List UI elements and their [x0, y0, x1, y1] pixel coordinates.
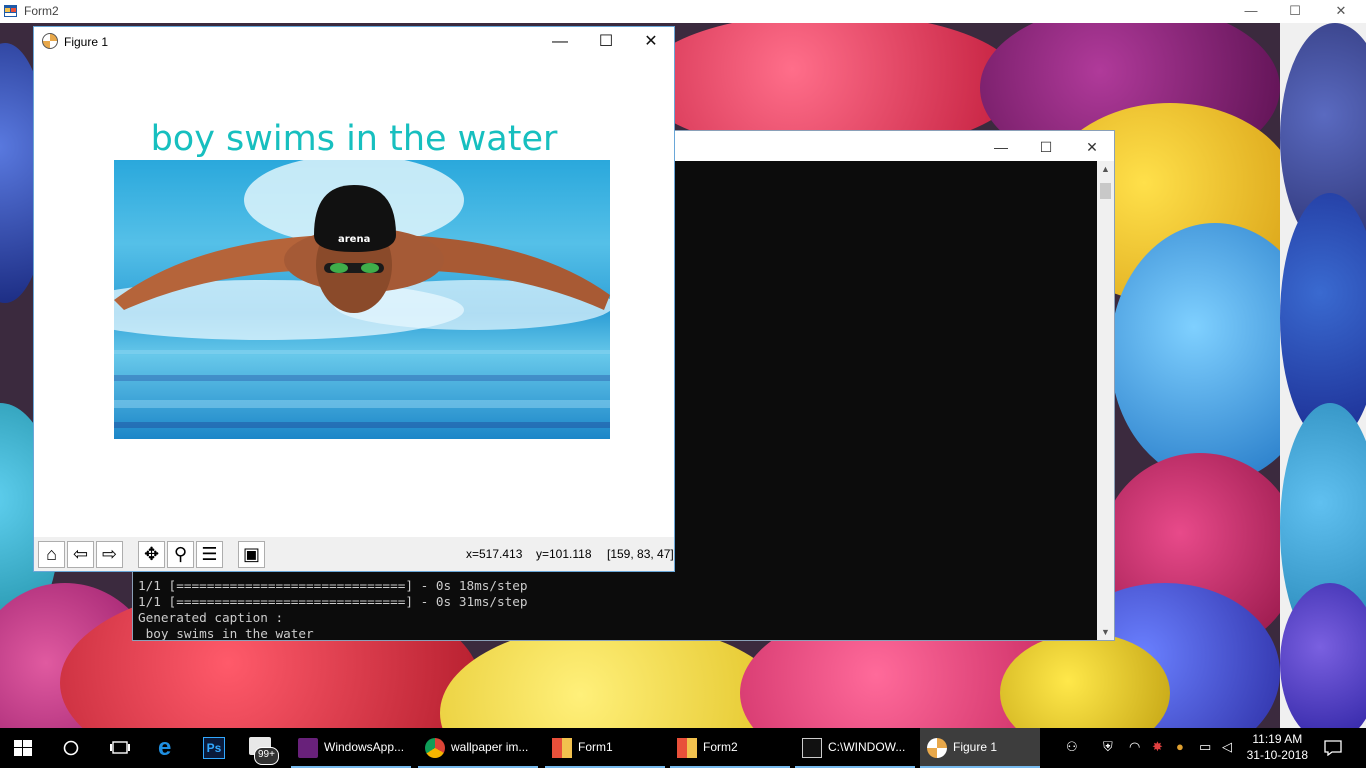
form2-minimize-button[interactable]: —: [1228, 0, 1274, 23]
console-icon: [802, 738, 822, 758]
console-minimize-button[interactable]: —: [978, 134, 1024, 160]
battery-icon[interactable]: ▭: [1199, 739, 1211, 755]
action-center-icon[interactable]: [1324, 740, 1342, 756]
figure-caption-title: boy swims in the water: [150, 119, 558, 159]
form2-titlebar[interactable]: Form2 — ☐ ✕: [0, 0, 1366, 23]
home-icon[interactable]: ⌂: [38, 541, 65, 568]
form-app-icon: [4, 5, 17, 17]
clock-date: 31-10-2018: [1246, 748, 1308, 762]
photoshop-icon[interactable]: Ps: [203, 737, 225, 759]
forward-arrow-icon[interactable]: ⇨: [96, 541, 123, 568]
swimmer-illustration: arena: [114, 160, 610, 428]
swimmer-photo: arena: [114, 160, 610, 439]
figure-maximize-button[interactable]: ☐: [583, 29, 629, 55]
form2-close-button[interactable]: ✕: [1318, 0, 1364, 23]
windows-start-icon[interactable]: [14, 740, 32, 756]
form1-icon: [552, 738, 572, 758]
console-line: boy swims in the water: [138, 626, 314, 640]
x-coordinate-readout: x=517.413: [466, 547, 523, 561]
security-shield-icon[interactable]: ⛨: [1103, 739, 1113, 755]
taskbar-app-form1[interactable]: Form1: [545, 728, 665, 768]
back-arrow-icon[interactable]: ⇦: [67, 541, 94, 568]
taskbar: e Ps 99+ WindowsApp... wallpaper im... F…: [0, 728, 1366, 768]
figure-minimize-button[interactable]: —: [537, 29, 583, 55]
y-coordinate-readout: y=101.118: [536, 547, 592, 561]
figure-window[interactable]: Figure 1 — ☐ ✕ boy swims in the water ar…: [33, 26, 675, 572]
matplotlib-icon: [42, 33, 58, 49]
zoom-icon[interactable]: ⚲: [167, 541, 194, 568]
search-icon[interactable]: [63, 740, 79, 756]
clock[interactable]: 11:19 AM 31-10-2018: [1247, 731, 1308, 763]
scroll-thumb[interactable]: [1100, 183, 1111, 199]
console-line: 1/1 [==============================] - 0…: [138, 594, 528, 609]
save-icon[interactable]: ▣: [238, 541, 265, 568]
console-line: Generated caption :: [138, 610, 284, 625]
taskbar-app-figure1[interactable]: Figure 1: [920, 728, 1040, 768]
console-scrollbar[interactable]: ▲ ▼: [1097, 161, 1114, 640]
clock-time: 11:19 AM: [1252, 732, 1303, 746]
scroll-down-icon[interactable]: ▼: [1097, 624, 1114, 640]
form2-right-panel: [1280, 23, 1366, 743]
figure-toolbar: ⌂ ⇦ ⇨ ✥ ⚲ ☰ ▣ x=517.413 y=101.118 [159, …: [34, 537, 674, 571]
wifi-icon[interactable]: ◠: [1129, 739, 1140, 755]
notification-count-badge: 99+: [254, 747, 279, 765]
taskbar-app-chrome[interactable]: wallpaper im...: [418, 728, 538, 768]
console-line: 1/1 [==============================] - 0…: [138, 578, 528, 593]
antivirus-icon[interactable]: ✸: [1152, 739, 1163, 755]
taskbar-app-form2[interactable]: Form2: [670, 728, 790, 768]
console-maximize-button[interactable]: ☐: [1023, 134, 1069, 160]
taskbar-app-visual-studio[interactable]: WindowsApp...: [291, 728, 411, 768]
form2-icon: [677, 738, 697, 758]
form2-title: Form2: [24, 4, 59, 18]
chrome-icon: [425, 738, 445, 758]
taskbar-app-console[interactable]: C:\WINDOW...: [795, 728, 915, 768]
console-close-button[interactable]: ✕: [1069, 134, 1115, 160]
app-tray-icon[interactable]: ●: [1176, 739, 1184, 754]
task-view-icon[interactable]: [110, 739, 130, 757]
pan-icon[interactable]: ✥: [138, 541, 165, 568]
people-icon[interactable]: ⚇: [1066, 739, 1078, 755]
svg-text:arena: arena: [338, 234, 370, 245]
figure-close-button[interactable]: ✕: [628, 29, 674, 55]
pixel-value-readout: [159, 83, 47]: [607, 547, 674, 561]
form2-maximize-button[interactable]: ☐: [1272, 0, 1318, 23]
visual-studio-icon: [298, 738, 318, 758]
volume-icon[interactable]: ◁: [1222, 739, 1232, 755]
figure-title: Figure 1: [64, 35, 109, 49]
configure-subplots-icon[interactable]: ☰: [196, 541, 223, 568]
scroll-up-icon[interactable]: ▲: [1097, 161, 1114, 177]
edge-icon[interactable]: e: [158, 734, 171, 774]
figure-titlebar[interactable]: Figure 1 — ☐ ✕: [34, 27, 674, 57]
matplotlib-taskbar-icon: [927, 738, 947, 758]
